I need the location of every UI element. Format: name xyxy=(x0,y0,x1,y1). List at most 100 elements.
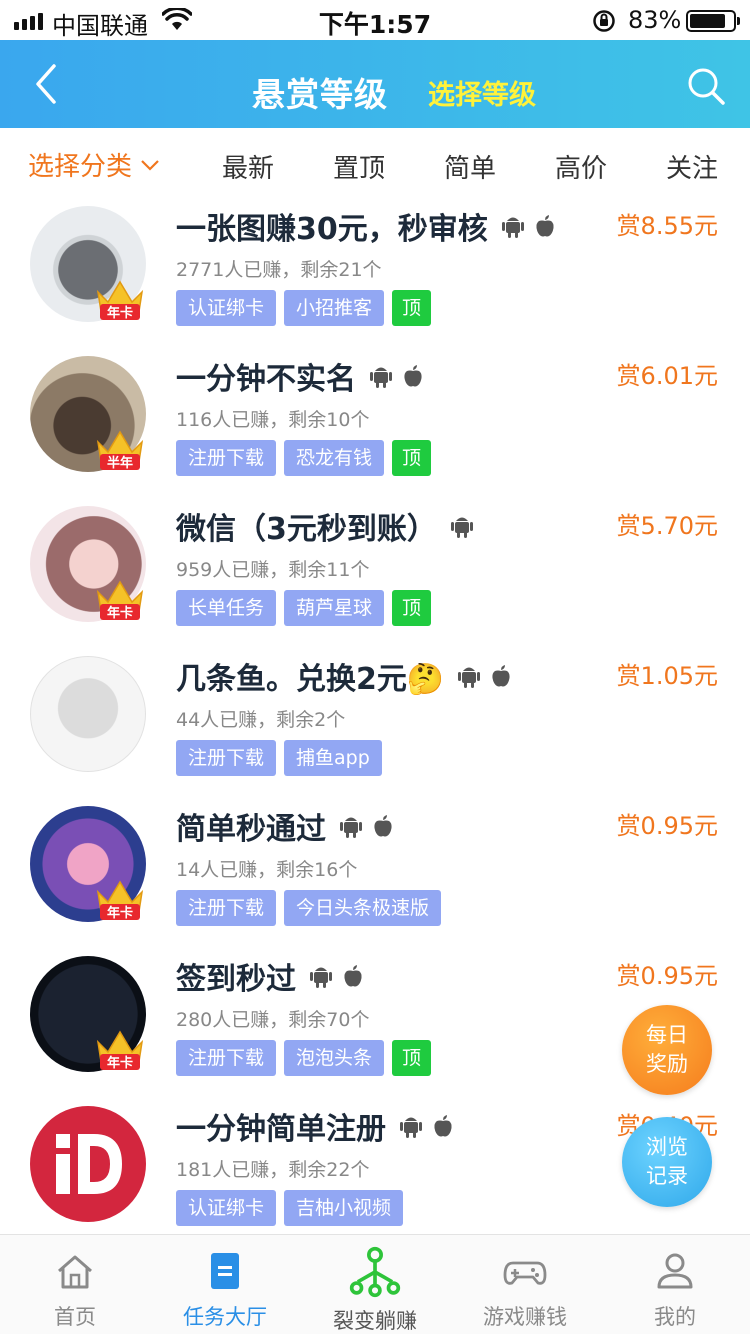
task-title-wrap: 一张图赚30元，秒审核 xyxy=(176,204,556,248)
tab-task-hall-label: 任务大厅 xyxy=(183,1305,267,1329)
android-icon xyxy=(310,967,332,988)
task-hall-icon xyxy=(211,1253,239,1289)
tab-following[interactable]: 关注 xyxy=(666,148,718,185)
tab-fission-label: 裂变躺赚 xyxy=(333,1309,417,1333)
browse-history-button[interactable]: 浏览 记录 xyxy=(622,1117,712,1207)
task-stats: 280人已赚，剩余70个 xyxy=(176,1009,370,1031)
task-tags: 认证绑卡 吉柚小视频 xyxy=(176,1190,404,1226)
task-tag: 葫芦星球 xyxy=(284,590,385,626)
android-icon xyxy=(400,1117,422,1138)
tab-home-label: 首页 xyxy=(54,1305,96,1329)
android-icon xyxy=(458,667,481,688)
battery-percent: 83% xyxy=(628,6,682,34)
fission-icon xyxy=(349,1246,401,1298)
task-title: 简单秒通过 xyxy=(176,812,326,847)
app-header: 悬赏等级 选择等级 xyxy=(0,40,750,128)
category-label: 选择分类 xyxy=(28,152,133,182)
task-stats: 181人已赚，剩余22个 xyxy=(176,1159,370,1181)
task-row[interactable]: 年卡 一张图赚30元，秒审核 赏8.55元 2771人已赚，剩余21个 认证绑卡 小招推客… xyxy=(0,200,750,350)
select-level-button[interactable]: 选择等级 xyxy=(428,73,536,112)
task-tag: 注册下载 xyxy=(176,890,277,926)
platform-icons xyxy=(370,364,424,388)
daily-reward-line1: 每日 xyxy=(646,1023,688,1047)
task-title: 签到秒过 xyxy=(176,962,296,997)
category-dropdown[interactable]: 选择分类 xyxy=(28,146,160,183)
task-title: 几条鱼。兑换2元🤔 xyxy=(176,662,445,697)
task-tag: 恐龙有钱 xyxy=(284,440,385,476)
task-title-wrap: 几条鱼。兑换2元🤔 xyxy=(176,654,512,698)
task-tag: 吉柚小视频 xyxy=(284,1190,404,1226)
task-tag: 注册下载 xyxy=(176,740,277,776)
tab-latest[interactable]: 最新 xyxy=(222,148,274,185)
pinned-tag: 顶 xyxy=(392,590,432,626)
task-title-wrap: 签到秒过 xyxy=(176,954,364,998)
avatar xyxy=(30,656,146,772)
search-icon[interactable] xyxy=(686,66,726,106)
back-icon[interactable] xyxy=(28,60,68,108)
apple-icon xyxy=(404,365,422,387)
tab-task-hall[interactable]: 任务大厅 xyxy=(150,1235,300,1334)
android-icon xyxy=(340,817,362,838)
vip-badge-text: 年卡 xyxy=(107,605,133,621)
task-tags: 长单任务 葫芦星球顶 xyxy=(176,590,432,626)
task-stats: 44人已赚，剩余2个 xyxy=(176,709,346,731)
pinned-tag: 顶 xyxy=(392,440,432,476)
task-tag: 今日头条极速版 xyxy=(284,890,442,926)
tab-simple[interactable]: 简单 xyxy=(444,148,496,185)
task-tag: 认证绑卡 xyxy=(176,1190,277,1226)
tab-games[interactable]: 游戏赚钱 xyxy=(450,1235,600,1334)
gamepad-icon xyxy=(503,1261,547,1285)
chevron-down-icon xyxy=(141,159,159,171)
vip-crown-badge: 年卡 xyxy=(96,580,144,621)
vip-crown-badge: 半年 xyxy=(96,430,144,471)
bottom-tab-bar: 首页 任务大厅 裂变躺赚 游戏赚钱 我的 xyxy=(0,1234,750,1334)
pinned-tag: 顶 xyxy=(392,1040,432,1076)
apple-icon xyxy=(492,665,510,687)
filter-bar: 选择分类 最新 置顶 简单 高价 关注 xyxy=(0,128,750,200)
tab-mine[interactable]: 我的 xyxy=(600,1235,750,1334)
task-row[interactable]: 年卡 微信（3元秒到账） 赏5.70元 959人已赚，剩余11个 长单任务 葫芦星球顶 xyxy=(0,500,750,650)
vip-crown-badge: 年卡 xyxy=(96,280,144,321)
task-title-wrap: 简单秒通过 xyxy=(176,804,394,848)
task-tag: 小招推客 xyxy=(284,290,385,326)
app-logo-icon xyxy=(56,1134,122,1194)
daily-reward-line2: 奖励 xyxy=(646,1052,688,1076)
tab-mine-label: 我的 xyxy=(654,1305,696,1329)
apple-icon xyxy=(434,1115,452,1137)
task-title: 一分钟不实名 xyxy=(176,362,356,397)
tab-home[interactable]: 首页 xyxy=(0,1235,150,1334)
android-icon xyxy=(501,217,524,238)
task-tag: 注册下载 xyxy=(176,440,277,476)
android-icon xyxy=(450,517,473,538)
home-icon xyxy=(58,1255,92,1289)
apple-icon xyxy=(344,965,362,987)
user-icon xyxy=(657,1253,693,1289)
task-row[interactable]: 几条鱼。兑换2元🤔 赏1.05元 44人已赚，剩余2个 注册下载 捕鱼app xyxy=(0,650,750,800)
task-row[interactable]: 年卡 简单秒通过 赏0.95元 14人已赚，剩余16个 注册下载 今日头条极速版 xyxy=(0,800,750,950)
tab-pinned[interactable]: 置顶 xyxy=(333,148,385,185)
tab-fission[interactable]: 裂变躺赚 xyxy=(300,1235,450,1334)
task-tag: 长单任务 xyxy=(176,590,277,626)
task-tags: 注册下载 捕鱼app xyxy=(176,740,382,776)
task-reward: 赏8.55元 xyxy=(616,212,718,240)
apple-icon xyxy=(536,215,554,237)
page-title: 悬赏等级 xyxy=(252,75,388,114)
task-stats: 116人已赚，剩余10个 xyxy=(176,409,370,431)
task-tag: 认证绑卡 xyxy=(176,290,277,326)
vip-badge-text: 年卡 xyxy=(107,305,133,321)
task-stats: 959人已赚，剩余11个 xyxy=(176,559,370,581)
platform-icons xyxy=(400,1114,454,1138)
task-tag: 泡泡头条 xyxy=(284,1040,385,1076)
task-tags: 认证绑卡 小招推客顶 xyxy=(176,290,432,326)
battery-icon xyxy=(686,10,736,32)
rotation-lock-icon xyxy=(593,10,615,32)
status-bar: 中国联通 下午1:57 83% xyxy=(0,0,750,40)
pinned-tag: 顶 xyxy=(392,290,432,326)
task-reward: 赏0.95元 xyxy=(616,962,718,990)
task-row[interactable]: 半年 一分钟不实名 赏6.01元 116人已赚，剩余10个 注册下载 恐龙有钱顶 xyxy=(0,350,750,500)
task-tag: 注册下载 xyxy=(176,1040,277,1076)
tab-high-price[interactable]: 高价 xyxy=(555,148,607,185)
vip-crown-badge: 年卡 xyxy=(96,1030,144,1071)
daily-reward-button[interactable]: 每日 奖励 xyxy=(622,1005,712,1095)
tab-games-label: 游戏赚钱 xyxy=(483,1305,567,1329)
